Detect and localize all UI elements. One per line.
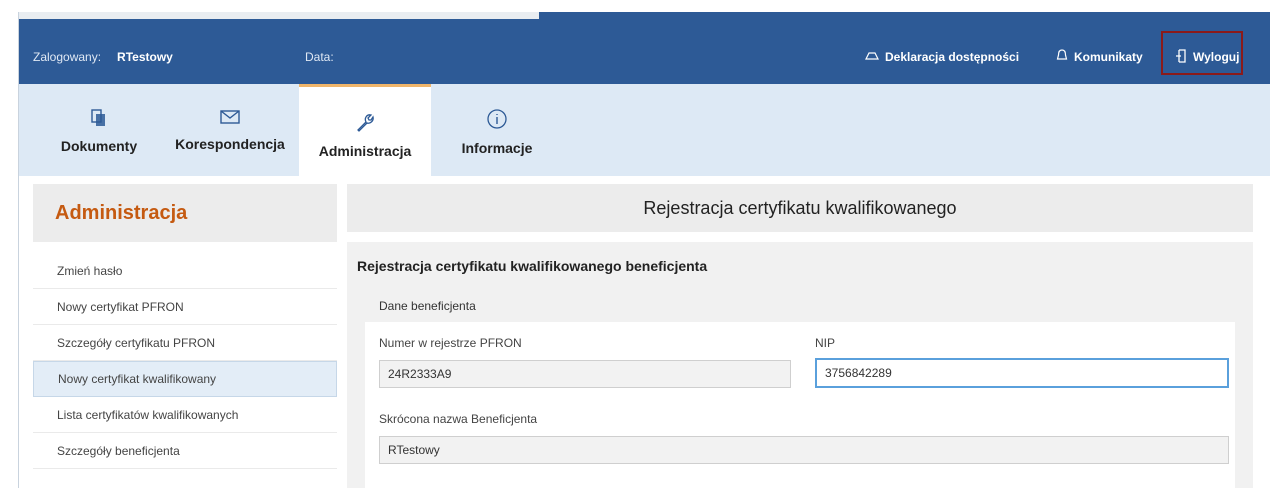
bell-icon: [1056, 49, 1068, 65]
pfron-number-field[interactable]: 24R2333A9: [379, 360, 791, 388]
sidebar-item-pfron-cert-details[interactable]: Szczegóły certyfikatu PFRON: [33, 325, 337, 361]
wrench-icon: [357, 114, 374, 132]
short-name-field[interactable]: RTestowy: [379, 436, 1229, 464]
accessibility-icon: [865, 50, 879, 65]
info-icon: [487, 109, 507, 129]
sidebar-item-beneficiary-details[interactable]: Szczegóły beneficjenta: [33, 433, 337, 469]
tab-informacje[interactable]: Informacje: [447, 84, 547, 176]
nip-label: NIP: [815, 336, 836, 350]
top-strip: [19, 12, 1270, 30]
logout-highlight: [1161, 31, 1243, 75]
box-title: Dane beneficjenta: [365, 290, 1235, 322]
page-title: Rejestracja certyfikatu kwalifikowanego: [347, 184, 1253, 232]
module-tabs: Dokumenty Korespondencja Administracja I…: [19, 84, 1270, 176]
form-panel: Rejestracja certyfikatu kwalifikowanego …: [347, 242, 1253, 488]
sidebar-item-new-qualified-cert[interactable]: Nowy certyfikat kwalifikowany: [33, 361, 337, 397]
sidebar-item-new-pfron-cert[interactable]: Nowy certyfikat PFRON: [33, 289, 337, 325]
beneficiary-data-box: Dane beneficjenta Numer w rejestrze PFRO…: [365, 290, 1235, 488]
main-panel: Rejestracja certyfikatu kwalifikowanego …: [347, 184, 1253, 488]
user-name: RTestowy: [117, 50, 173, 64]
tab-dokumenty[interactable]: Dokumenty: [49, 84, 149, 176]
date-field: Data:: [305, 30, 334, 84]
tab-label: Administracja: [318, 143, 412, 159]
tab-label: Korespondencja: [175, 136, 285, 152]
messages-link[interactable]: Komunikaty: [1056, 30, 1143, 84]
app-window: Zalogowany: RTestowy Data: Deklaracja do…: [18, 12, 1270, 488]
top-strip-light: [19, 12, 539, 19]
sidebar-menu: Zmień hasło Nowy certyfikat PFRON Szczeg…: [33, 253, 337, 469]
logged-label: Zalogowany:: [33, 50, 102, 64]
accessibility-label: Deklaracja dostępności: [885, 50, 1020, 64]
messages-label: Komunikaty: [1074, 50, 1143, 64]
tab-korespondencja[interactable]: Korespondencja: [165, 84, 295, 176]
documents-icon: [91, 109, 105, 126]
header-bar: Zalogowany: RTestowy Data: Deklaracja do…: [19, 30, 1270, 84]
sidebar: Administracja Zmień hasło Nowy certyfika…: [33, 184, 337, 488]
sidebar-item-qualified-cert-list[interactable]: Lista certyfikatów kwalifikowanych: [33, 397, 337, 433]
section-title: Rejestracja certyfikatu kwalifikowanego …: [357, 258, 708, 274]
sidebar-title: Administracja: [33, 184, 337, 242]
pfron-number-label: Numer w rejestrze PFRON: [379, 336, 522, 350]
sidebar-item-change-password[interactable]: Zmień hasło: [33, 253, 337, 289]
short-name-label: Skrócona nazwa Beneficjenta: [379, 412, 538, 426]
logged-user: Zalogowany: RTestowy: [33, 30, 173, 84]
tab-label: Informacje: [461, 140, 533, 156]
tab-administracja[interactable]: Administracja: [299, 84, 431, 176]
nip-field[interactable]: 3756842289: [815, 358, 1229, 388]
date-label: Data:: [305, 50, 334, 64]
accessibility-link[interactable]: Deklaracja dostępności: [865, 30, 1019, 84]
tab-label: Dokumenty: [60, 138, 138, 154]
envelope-icon: [220, 110, 240, 124]
